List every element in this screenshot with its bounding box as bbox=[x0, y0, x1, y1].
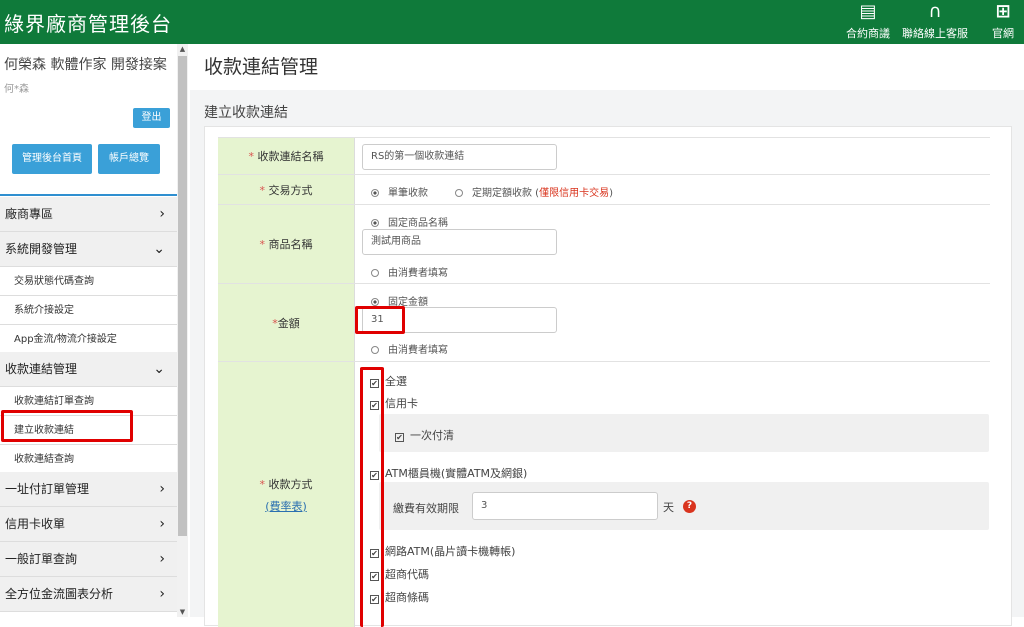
sidebar-item-credit-card[interactable]: 信用卡收單 › bbox=[0, 507, 177, 542]
user-name: 何榮森 軟體作家 開發接案 bbox=[4, 57, 167, 73]
section-title: 建立收款連結 bbox=[204, 105, 288, 121]
user-sub: 何*森 bbox=[4, 84, 29, 95]
official-site-label: 官網 bbox=[992, 27, 1014, 40]
chevron-down-icon: ⌄ bbox=[153, 241, 165, 257]
row-payment-methods: * 收款方式 (費率表) ✔ 全選 ✔ 信用卡 ✔ 一次付清 ✔ ATM櫃員機(實體AT… bbox=[218, 362, 990, 627]
deadline-input[interactable]: 3 bbox=[472, 492, 658, 520]
support-nav[interactable]: ∩ 聯絡線上客服 bbox=[893, 0, 977, 44]
credit-options-panel: ✔ 一次付清 bbox=[379, 414, 989, 452]
main-content: 收款連結管理 建立收款連結 * 收款連結名稱 RS的第一個收款連結 * 交易方式… bbox=[190, 44, 1024, 627]
page-title: 收款連結管理 bbox=[190, 44, 1024, 90]
headset-icon: ∩ bbox=[928, 1, 942, 22]
fee-table-link[interactable]: (費率表) bbox=[265, 498, 307, 514]
sidebar-item-label: 信用卡收單 bbox=[5, 517, 66, 531]
sidebar-divider bbox=[0, 194, 177, 196]
contract-nav[interactable]: ▤ 合約商議 bbox=[841, 0, 895, 44]
sidebar-item-vendor[interactable]: 廠商專區 › bbox=[0, 197, 177, 232]
radio-periodic[interactable]: 定期定額收款 (僅限信用卡交易) bbox=[455, 184, 613, 199]
sidebar-item-link-query[interactable]: 收款連結查詢 bbox=[0, 445, 177, 474]
label-link-name: * 收款連結名稱 bbox=[218, 138, 355, 174]
official-site-nav[interactable]: ⊞ 官網 bbox=[985, 0, 1021, 44]
deadline-label: 繳費有效期限 bbox=[393, 502, 459, 515]
radio-dot bbox=[371, 269, 379, 277]
sidebar-item-app-setting[interactable]: App金流/物流介接設定 bbox=[0, 325, 177, 354]
chevron-down-icon: ⌄ bbox=[153, 361, 165, 377]
sidebar-item-label: 一址付訂單管理 bbox=[5, 482, 90, 496]
checkbox-credit-once[interactable]: ✔ 一次付清 bbox=[395, 427, 454, 443]
label-trade-type: * 交易方式 bbox=[218, 175, 355, 204]
link-name-input[interactable]: RS的第一個收款連結 bbox=[362, 144, 557, 170]
radio-dot bbox=[371, 346, 379, 354]
admin-home-button[interactable]: 管理後台首頁 bbox=[12, 144, 92, 174]
sidebar-item-label: 廠商專區 bbox=[5, 207, 54, 221]
radio-dot bbox=[455, 189, 463, 197]
checkbox-atm[interactable]: ✔ ATM櫃員機(實體ATM及網銀) bbox=[370, 465, 527, 481]
chevron-right-icon: › bbox=[159, 481, 165, 497]
ecpay-logo-icon: ⊞ bbox=[995, 1, 1011, 22]
highlight-amount bbox=[355, 306, 405, 334]
radio-dot bbox=[371, 298, 379, 306]
credit-only-note: 僅限信用卡交易 bbox=[539, 188, 610, 199]
sidebar-item-label: 系統開發管理 bbox=[5, 242, 78, 256]
sidebar-item-label: 收款連結管理 bbox=[5, 362, 78, 376]
top-bar: 綠界廠商管理後台 ▤ 合約商議 ∩ 聯絡線上客服 ⊞ 官網 bbox=[0, 0, 1024, 44]
scroll-up-icon[interactable]: ▲ bbox=[178, 44, 187, 54]
row-trade-type: * 交易方式 單筆收款 定期定額收款 (僅限信用卡交易) bbox=[218, 175, 990, 205]
contract-label: 合約商議 bbox=[846, 27, 890, 40]
sidebar-scrollbar[interactable]: ▲ ▼ bbox=[177, 44, 188, 617]
radio-single[interactable]: 單筆收款 bbox=[371, 184, 428, 199]
logout-button[interactable]: 登出 bbox=[133, 108, 170, 128]
radio-consumer-amount[interactable]: 由消費者填寫 bbox=[371, 341, 448, 356]
help-icon[interactable]: ? bbox=[683, 500, 696, 513]
highlight-payment-checkboxes bbox=[360, 367, 384, 627]
product-name-input[interactable]: 測試用商品 bbox=[362, 229, 557, 255]
checkbox-webatm[interactable]: ✔ 網路ATM(晶片讀卡機轉帳) bbox=[370, 543, 515, 559]
label-amount: *金額 bbox=[218, 284, 355, 361]
row-link-name: * 收款連結名稱 RS的第一個收款連結 bbox=[218, 137, 990, 175]
radio-dot bbox=[371, 219, 379, 227]
radio-dot bbox=[371, 189, 379, 197]
create-link-form: * 收款連結名稱 RS的第一個收款連結 * 交易方式 單筆收款 定期定額收款 (… bbox=[204, 126, 1012, 627]
label-payment-methods: * 收款方式 (費率表) bbox=[218, 362, 355, 627]
sidebar-item-label: 一般訂單查詢 bbox=[5, 552, 78, 566]
support-label: 聯絡線上客服 bbox=[902, 27, 968, 40]
chevron-right-icon: › bbox=[159, 551, 165, 567]
contract-icon: ▤ bbox=[859, 1, 877, 22]
scroll-down-icon[interactable]: ▼ bbox=[178, 607, 187, 617]
sidebar-item-analytics[interactable]: 全方位金流圖表分析 › bbox=[0, 577, 177, 612]
chevron-right-icon: › bbox=[159, 586, 165, 602]
sidebar-item-system-dev[interactable]: 系統開發管理 ⌄ bbox=[0, 232, 177, 267]
chevron-right-icon: › bbox=[159, 206, 165, 222]
scrollbar-thumb[interactable] bbox=[178, 56, 187, 536]
sidebar-item-general-orders[interactable]: 一般訂單查詢 › bbox=[0, 542, 177, 577]
row-product: * 商品名稱 固定商品名稱 測試用商品 由消費者填寫 bbox=[218, 205, 990, 284]
sidebar-item-system-setting[interactable]: 系統介接設定 bbox=[0, 296, 177, 325]
label-product: * 商品名稱 bbox=[218, 205, 355, 283]
radio-consumer-product[interactable]: 由消費者填寫 bbox=[371, 264, 448, 279]
sidebar-item-payment-link[interactable]: 收款連結管理 ⌄ bbox=[0, 352, 177, 387]
sidebar-item-label: 全方位金流圖表分析 bbox=[5, 587, 114, 601]
checkbox-box: ✔ bbox=[395, 433, 404, 442]
app-title: 綠界廠商管理後台 bbox=[4, 12, 172, 36]
atm-options-panel: 繳費有效期限 3 天 ? bbox=[379, 482, 989, 530]
chevron-right-icon: › bbox=[159, 516, 165, 532]
radio-fixed-product[interactable]: 固定商品名稱 bbox=[371, 214, 448, 229]
row-amount: *金額 固定金額 31 由消費者填寫 bbox=[218, 284, 990, 362]
sidebar-item-status-code[interactable]: 交易狀態代碼查詢 bbox=[0, 267, 177, 296]
sidebar: 何榮森 軟體作家 開發接案 何*森 登出 管理後台首頁 帳戶總覽 廠商專區 › 系… bbox=[0, 44, 188, 617]
highlight-create-link bbox=[1, 410, 133, 442]
sidebar-item-one-address[interactable]: 一址付訂單管理 › bbox=[0, 472, 177, 507]
account-overview-button[interactable]: 帳戶總覽 bbox=[98, 144, 160, 174]
deadline-unit: 天 bbox=[663, 501, 674, 514]
